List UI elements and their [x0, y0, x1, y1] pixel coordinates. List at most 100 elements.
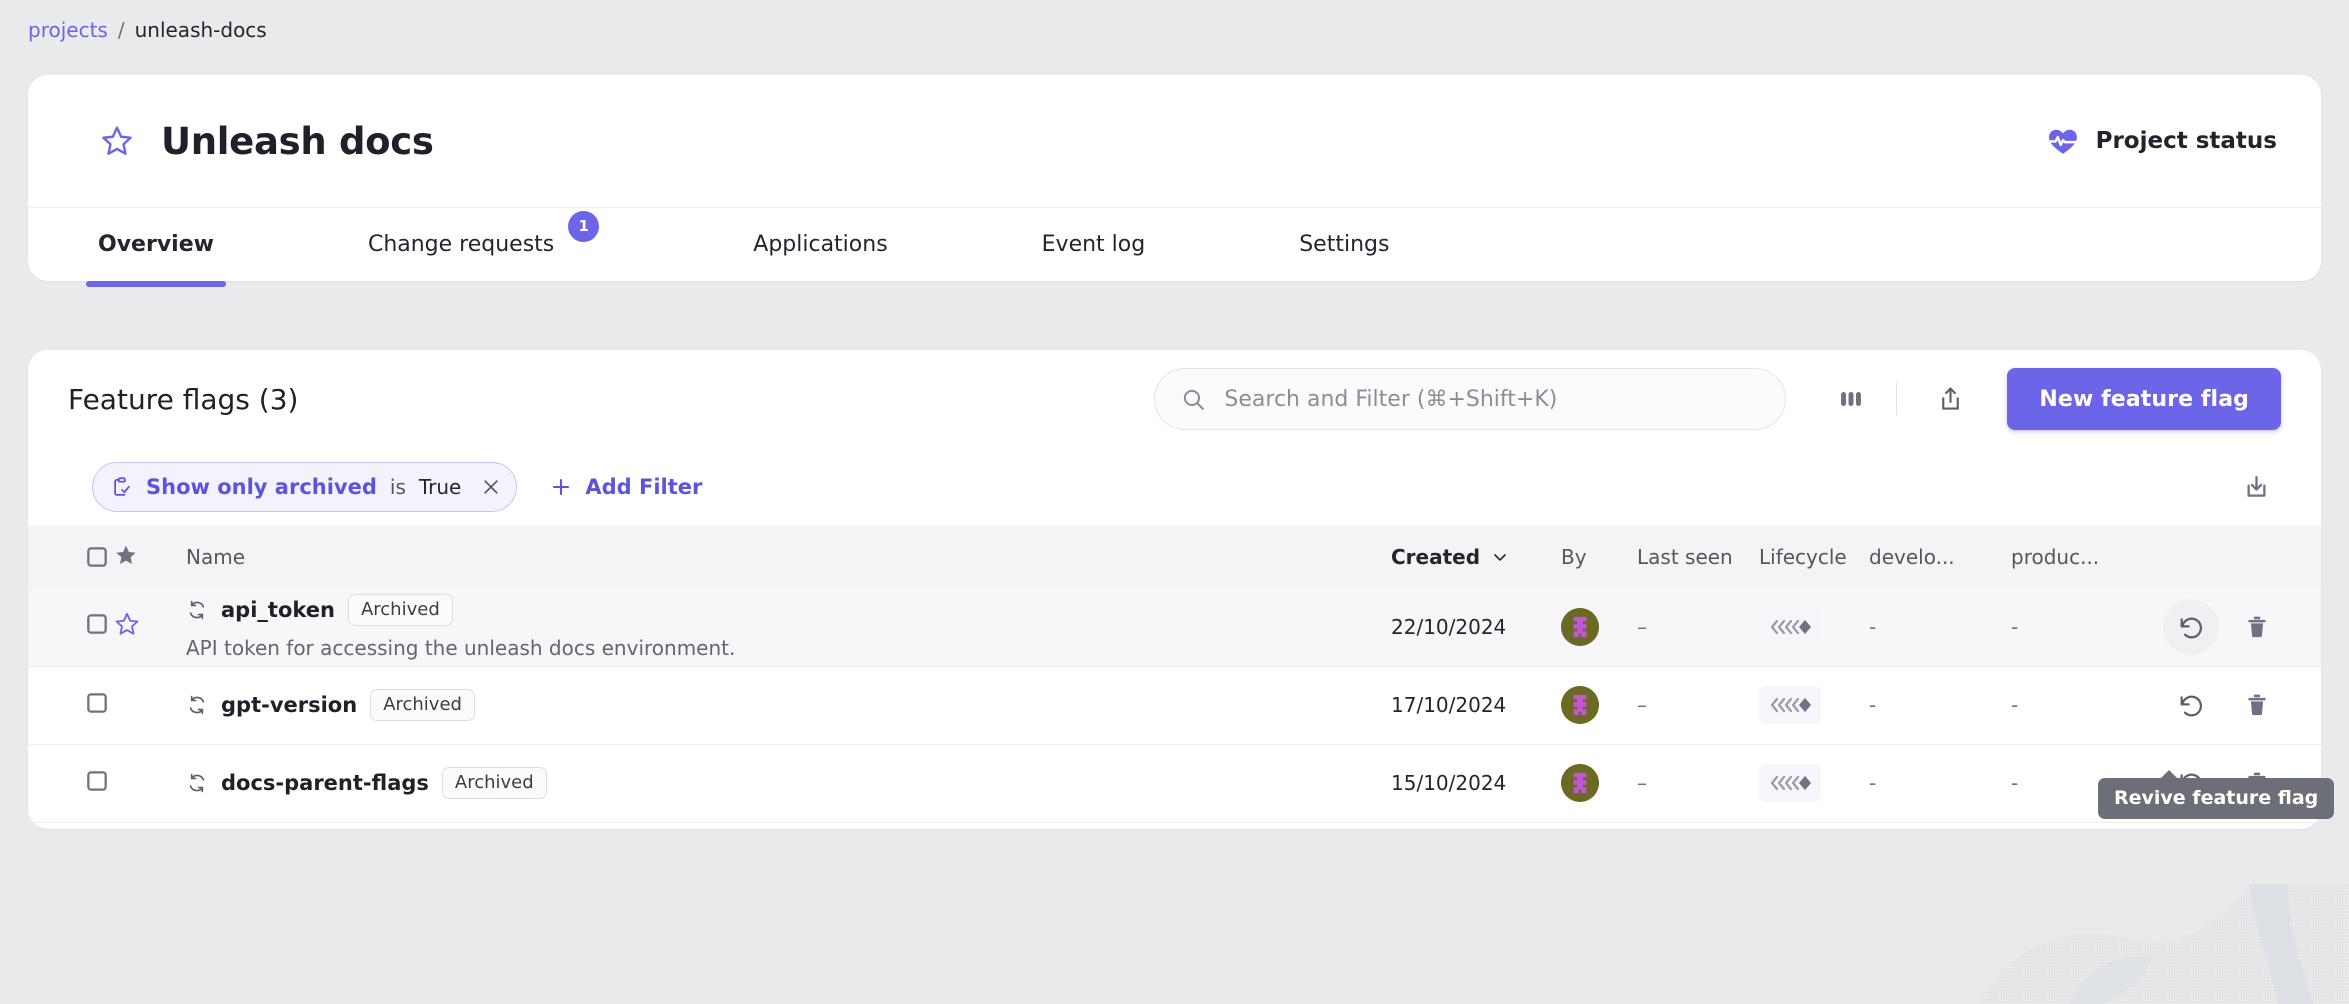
header-created[interactable]: Created [1391, 526, 1561, 588]
tab-event-log[interactable]: Event log [1030, 208, 1158, 280]
columns-button[interactable] [1820, 368, 1882, 430]
tab-applications[interactable]: Applications [741, 208, 899, 280]
header-by[interactable]: By [1561, 526, 1637, 588]
row-archived-badge: Archived [348, 594, 453, 626]
row-last-seen-value: – [1637, 615, 1647, 639]
avatar[interactable] [1561, 686, 1599, 724]
clipboard-check-icon [111, 476, 133, 498]
row-actions [2153, 666, 2321, 744]
background-watermark [1919, 884, 2349, 1004]
feature-flags-title: Feature flags (3) [68, 383, 298, 416]
tab-change-requests[interactable]: Change requests 1 [356, 208, 611, 280]
page-title: Unleash docs [161, 120, 434, 163]
refresh-loop-icon [186, 694, 208, 716]
tab-event-log-label: Event log [1042, 232, 1146, 257]
row-flag-name: docs-parent-flags [221, 771, 429, 795]
row-name-line: api_token Archived [186, 594, 1391, 626]
filter-chip-show-only-archived[interactable]: Show only archived is True [92, 462, 517, 512]
tab-overview[interactable]: Overview [86, 208, 226, 280]
project-status-label: Project status [2096, 128, 2277, 154]
feature-flags-card: Feature flags (3) Search and Filter (⌘+S… [28, 350, 2321, 829]
checkbox-icon[interactable] [84, 690, 110, 716]
row-development-value: - [1869, 615, 1876, 639]
upload-share-icon [1936, 385, 1965, 414]
revive-feature-flag-button[interactable] [2163, 677, 2219, 733]
row-last-seen: – [1637, 588, 1759, 666]
row-lifecycle[interactable] [1759, 666, 1869, 744]
header-select-all[interactable] [28, 526, 114, 588]
checkbox-icon[interactable] [84, 768, 110, 794]
table-row[interactable]: docs-parent-flags Archived 15/10/2024 – [28, 744, 2321, 822]
row-favorite[interactable] [114, 588, 180, 666]
table-header-row: Name Created By Last seen Lifecycle deve… [28, 526, 2321, 588]
breadcrumb-separator: / [118, 18, 125, 42]
trash-icon [2244, 692, 2270, 718]
row-development: - [1869, 588, 2011, 666]
lifecycle-archived-icon [1768, 772, 1812, 794]
checkbox-icon[interactable] [84, 611, 110, 637]
row-last-seen-value: – [1637, 771, 1647, 795]
tab-overview-label: Overview [98, 232, 214, 257]
header-production[interactable]: produc... [2011, 526, 2153, 588]
revive-feature-flag-button[interactable] [2163, 599, 2219, 655]
delete-feature-flag-button[interactable] [2229, 677, 2285, 733]
table-row[interactable]: api_token Archived API token for accessi… [28, 588, 2321, 666]
add-filter-button[interactable]: Add Filter [549, 475, 702, 499]
row-flag-name: gpt-version [221, 693, 357, 717]
row-created: 17/10/2024 [1391, 666, 1561, 744]
export-button[interactable] [1919, 368, 1981, 430]
row-last-seen-value: – [1637, 693, 1647, 717]
row-by [1561, 666, 1637, 744]
row-name-cell[interactable]: docs-parent-flags Archived [180, 744, 1391, 822]
row-checkbox[interactable] [28, 588, 114, 666]
search-input[interactable]: Search and Filter (⌘+Shift+K) [1154, 368, 1786, 430]
row-lifecycle[interactable] [1759, 588, 1869, 666]
filter-chip-name: Show only archived [146, 475, 377, 499]
row-lifecycle[interactable] [1759, 744, 1869, 822]
filter-chip-operator: is [390, 475, 406, 499]
row-production-value: - [2011, 693, 2018, 717]
row-favorite[interactable] [114, 744, 180, 822]
trash-icon [2244, 614, 2270, 640]
avatar[interactable] [1561, 608, 1599, 646]
header-favorite[interactable] [114, 526, 180, 588]
row-name-cell[interactable]: api_token Archived API token for accessi… [180, 588, 1391, 666]
filter-chip-value: True [419, 475, 461, 499]
tab-settings[interactable]: Settings [1287, 208, 1401, 280]
row-name-line: gpt-version Archived [186, 689, 1391, 721]
breadcrumb-projects-link[interactable]: projects [28, 18, 108, 42]
row-checkbox[interactable] [28, 744, 114, 822]
row-created: 15/10/2024 [1391, 744, 1561, 822]
favorite-star-icon[interactable] [100, 124, 134, 158]
download-button[interactable] [2225, 456, 2287, 518]
row-favorite[interactable] [114, 666, 180, 744]
lifecycle-badge [1759, 764, 1821, 802]
row-by [1561, 744, 1637, 822]
chevron-down-icon [1490, 547, 1510, 567]
table-row[interactable]: gpt-version Archived 17/10/2024 – [28, 666, 2321, 744]
delete-feature-flag-button[interactable] [2229, 599, 2285, 655]
header-last-seen[interactable]: Last seen [1637, 526, 1759, 588]
toolbar-divider [1896, 383, 1897, 415]
header-lifecycle[interactable]: Lifecycle [1759, 526, 1869, 588]
star-outline-icon[interactable] [114, 611, 140, 637]
heart-pulse-icon [2046, 124, 2080, 158]
row-actions [2153, 588, 2321, 666]
filter-chip-remove-button[interactable] [474, 470, 508, 504]
lifecycle-badge [1759, 686, 1821, 724]
lifecycle-badge [1759, 608, 1821, 646]
checkbox-icon[interactable] [84, 544, 110, 570]
header-name[interactable]: Name [180, 526, 1391, 588]
project-header: Unleash docs Project status [28, 75, 2321, 208]
download-icon [2242, 473, 2271, 502]
project-status-button[interactable]: Project status [2046, 124, 2277, 158]
header-development[interactable]: develo... [1869, 526, 2011, 588]
row-checkbox[interactable] [28, 666, 114, 744]
breadcrumb-current: unleash-docs [135, 18, 267, 42]
new-feature-flag-button[interactable]: New feature flag [2007, 368, 2281, 430]
row-name-cell[interactable]: gpt-version Archived [180, 666, 1391, 744]
lifecycle-archived-icon [1768, 616, 1812, 638]
row-development: - [1869, 666, 2011, 744]
avatar[interactable] [1561, 764, 1599, 802]
project-tabs: Overview Change requests 1 Applications … [28, 208, 2321, 280]
